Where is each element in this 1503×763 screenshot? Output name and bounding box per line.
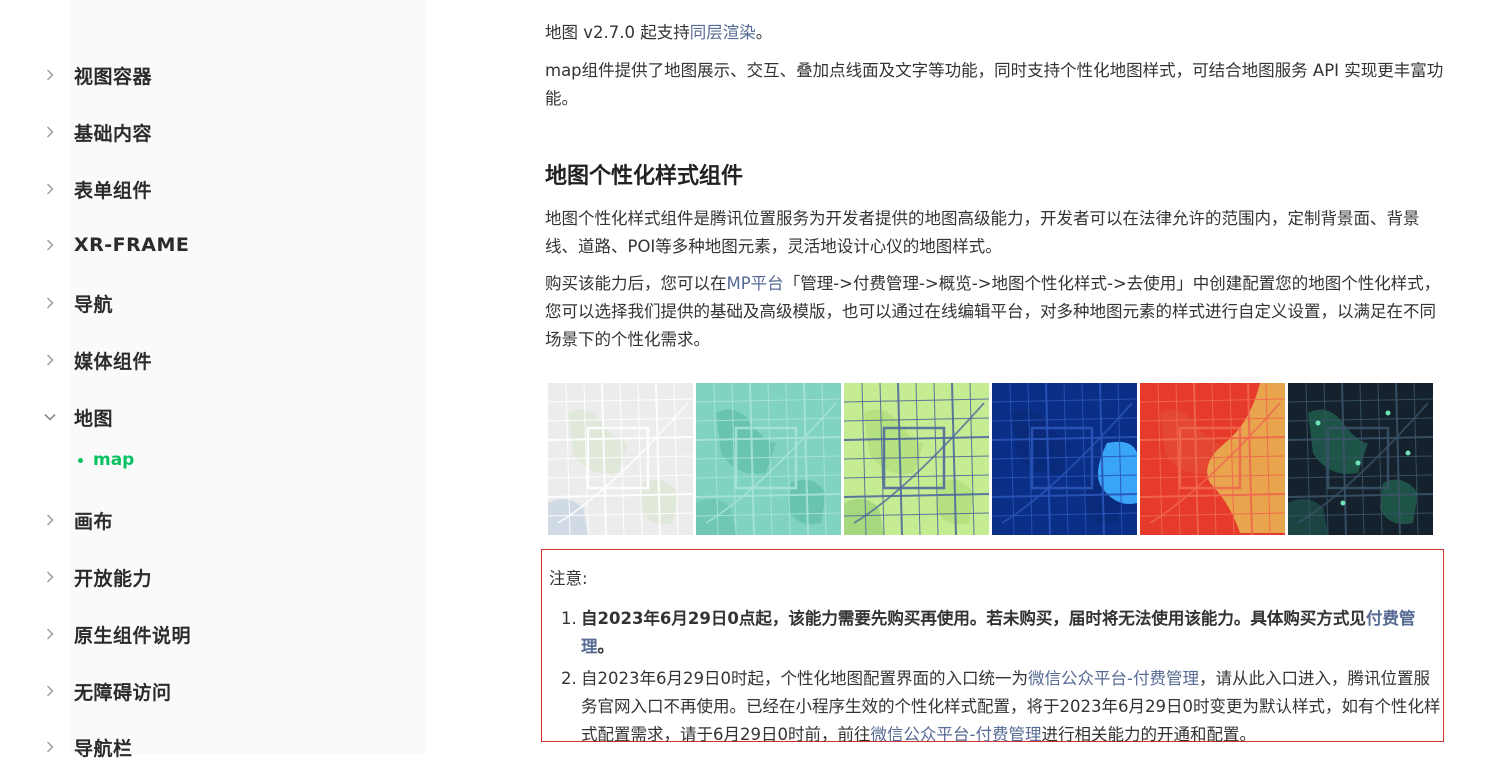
- chevron-right-icon: [40, 624, 60, 644]
- notice-item: 1. 自2023年6月29日0点起，该能力需要先购买再使用。若未购买，届时将无法…: [561, 605, 1441, 661]
- chevron-right-icon: [40, 122, 60, 142]
- mp-platform-link[interactable]: MP平台: [727, 274, 784, 293]
- sidebar-item-label: 地图: [74, 407, 114, 430]
- sidebar-item[interactable]: 导航: [40, 287, 113, 319]
- sidebar-item[interactable]: 基础内容: [40, 116, 152, 148]
- notice-title: 注意:: [549, 569, 588, 588]
- sidebar-item[interactable]: XR-FRAME: [40, 229, 189, 261]
- active-dot-icon: [78, 457, 83, 463]
- teal-map-image: [696, 383, 841, 535]
- sidebar-item-label: 基础内容: [74, 122, 153, 145]
- chevron-right-icon: [40, 235, 60, 255]
- same-layer-render-link[interactable]: 同层渲染: [690, 23, 756, 42]
- dark-blue-map-image: [992, 383, 1137, 535]
- section-title: 地图个性化样式组件: [545, 164, 744, 189]
- intro-paragraph: 地图 v2.7.0 起支持同层渲染。: [545, 19, 1445, 47]
- sidebar-item-label: 画布: [74, 510, 114, 533]
- intro-suffix: 。: [755, 23, 773, 42]
- chevron-right-icon: [40, 681, 60, 701]
- green-yellow-map-image: [844, 383, 989, 535]
- sidebar-item-label: 原生组件说明: [74, 624, 192, 647]
- chevron-down-icon: [40, 407, 60, 427]
- sidebar-item-label: 媒体组件: [74, 350, 153, 373]
- sidebar-item-label: 导航: [74, 293, 114, 316]
- sidebar: 视图容器基础内容表单组件 XR-FRAME 导航媒体组件地图画布开放能力原生组件说明…: [0, 0, 425, 760]
- sidebar-subitem-map[interactable]: map: [78, 446, 134, 474]
- notice-number: 1.: [561, 609, 577, 628]
- night-map-image: [1288, 383, 1433, 535]
- wechat-paid-management-link[interactable]: 微信公众平台-付费管理: [1028, 669, 1199, 688]
- sidebar-item[interactable]: 画布: [40, 504, 113, 536]
- sidebar-item-label: XR-FRAME: [74, 234, 190, 256]
- sidebar-item[interactable]: 开放能力: [40, 561, 152, 593]
- sidebar-subitem-label: map: [93, 450, 135, 470]
- sidebar-item[interactable]: 原生组件说明: [40, 618, 191, 650]
- sidebar-item-label: 表单组件: [74, 179, 153, 202]
- notice-text-suffix: 进行相关能力的开通和配置。: [1041, 725, 1256, 744]
- notice-number: 2.: [561, 669, 577, 688]
- chevron-right-icon: [40, 65, 60, 85]
- chevron-right-icon: [40, 737, 60, 757]
- wechat-paid-management-link-2[interactable]: 微信公众平台-付费管理: [871, 725, 1042, 744]
- sidebar-item-label: 开放能力: [74, 567, 153, 590]
- notice-text: 自2023年6月29日0时起，个性化地图配置界面的入口统一为微信公众平台-付费管…: [581, 665, 1441, 749]
- chevron-right-icon: [40, 179, 60, 199]
- notice-text-body: 自2023年6月29日0时起，个性化地图配置界面的入口统一为: [581, 669, 1028, 688]
- notice-text-suffix: 。: [597, 637, 615, 656]
- notice-list: 1. 自2023年6月29日0点起，该能力需要先购买再使用。若未购买，届时将无法…: [561, 605, 1441, 749]
- red-orange-map-image: [1140, 383, 1285, 535]
- notice-text: 自2023年6月29日0点起，该能力需要先购买再使用。若未购买，届时将无法使用该…: [581, 605, 1441, 661]
- map-description: map组件提供了地图展示、交互、叠加点线面及文字等功能，同时支持个性化地图样式，…: [545, 61, 1444, 108]
- sidebar-item-label: 导航栏: [74, 737, 133, 760]
- sidebar-item[interactable]: 无障碍访问: [40, 675, 172, 707]
- section-description: 地图个性化样式组件是腾讯位置服务为开发者提供的地图高级能力，开发者可以在法律允许…: [545, 209, 1420, 256]
- sidebar-item[interactable]: 视图容器: [40, 59, 152, 91]
- sidebar-item[interactable]: 表单组件: [40, 173, 152, 205]
- map-style-gallery: [548, 383, 1433, 535]
- sidebar-item[interactable]: 地图: [40, 401, 113, 433]
- chevron-right-icon: [40, 567, 60, 587]
- sidebar-item-label: 无障碍访问: [74, 681, 172, 704]
- sidebar-item[interactable]: 导航栏: [40, 731, 133, 763]
- sidebar-item[interactable]: 媒体组件: [40, 344, 152, 376]
- intro-text: 地图 v2.7.0 起支持: [545, 23, 690, 42]
- notice-text-body: 自2023年6月29日0点起，该能力需要先购买再使用。若未购买，届时将无法使用该…: [581, 609, 1366, 628]
- chevron-right-icon: [40, 293, 60, 313]
- purchase-paragraph: 购买该能力后，您可以在MP平台「管理->付费管理->概览->地图个性化样式->去…: [545, 270, 1445, 354]
- purchase-prefix: 购买该能力后，您可以在: [545, 274, 727, 293]
- chevron-right-icon: [40, 350, 60, 370]
- light-gray-map-image: [548, 383, 693, 535]
- sidebar-item-label: 视图容器: [74, 65, 153, 88]
- chevron-right-icon: [40, 510, 60, 530]
- notice-item: 2. 自2023年6月29日0时起，个性化地图配置界面的入口统一为微信公众平台-…: [561, 665, 1441, 749]
